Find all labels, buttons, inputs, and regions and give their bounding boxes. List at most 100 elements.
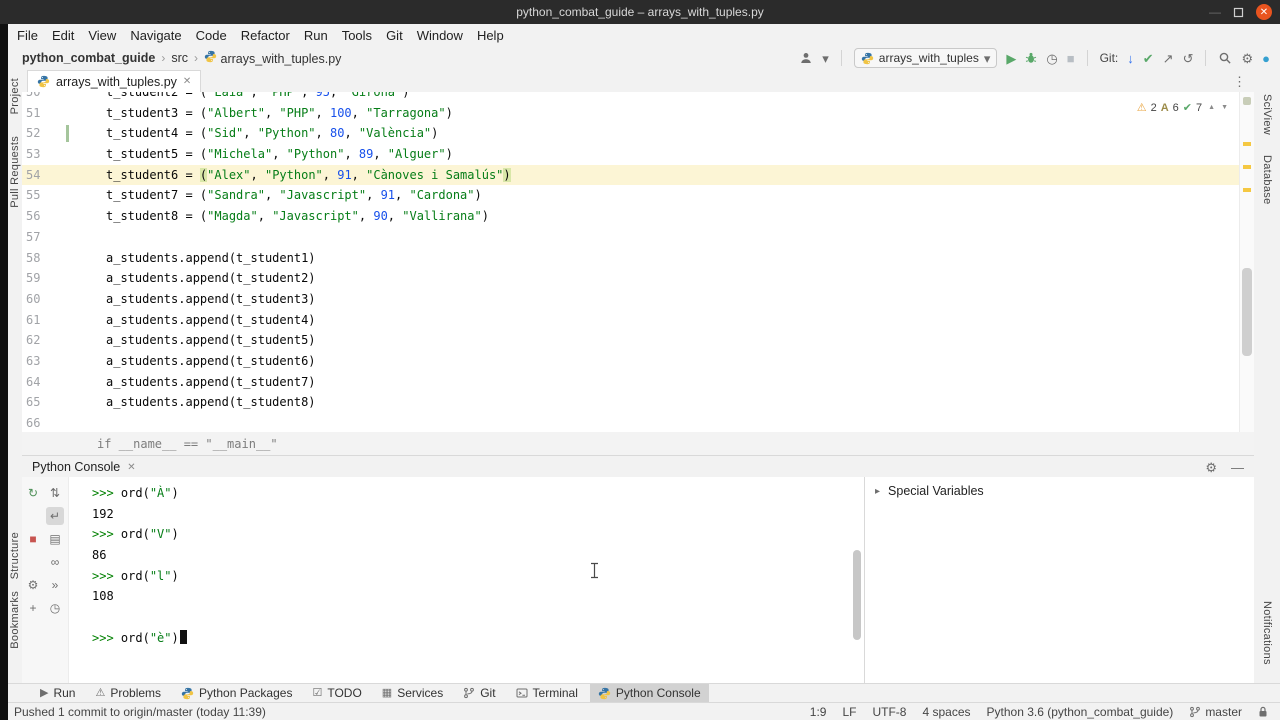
- print-icon[interactable]: ▤: [46, 530, 64, 548]
- console-line[interactable]: 192: [92, 504, 865, 525]
- line-number[interactable]: 60: [22, 289, 106, 310]
- editor-scrollbar-thumb[interactable]: [1242, 268, 1252, 356]
- stripe-sciview[interactable]: SciView: [1261, 94, 1273, 135]
- line-number[interactable]: 62: [22, 330, 106, 351]
- chevron-down-icon[interactable]: ▾: [822, 52, 829, 65]
- next-problem-icon[interactable]: ▼: [1221, 104, 1228, 111]
- menu-edit[interactable]: Edit: [45, 28, 81, 43]
- line-separator[interactable]: LF: [842, 705, 856, 719]
- stop-icon[interactable]: ■: [24, 530, 42, 548]
- stripe-database[interactable]: Database: [1261, 155, 1273, 205]
- git-branch[interactable]: master: [1189, 705, 1242, 719]
- code-line[interactable]: 65 a_students.append(t_student8): [22, 392, 1240, 413]
- line-number[interactable]: 64: [22, 372, 106, 393]
- toolwindow-todo[interactable]: ☑ TODO: [304, 684, 369, 703]
- menu-file[interactable]: File: [10, 28, 45, 43]
- run-configuration-select[interactable]: arrays_with_tuples ▾: [853, 48, 998, 68]
- tab-options-icon[interactable]: ⋮: [1233, 75, 1246, 88]
- line-number[interactable]: 52: [22, 123, 106, 144]
- toolwindow-terminal[interactable]: Terminal: [508, 684, 586, 703]
- git-update-button[interactable]: ↓: [1127, 52, 1134, 65]
- profiler-button[interactable]: ◷: [1046, 52, 1057, 65]
- tab-arrays-with-tuples[interactable]: arrays_with_tuples.py ✕: [27, 70, 202, 92]
- soft-wrap-icon[interactable]: ↵: [46, 506, 64, 525]
- code-line[interactable]: 61 a_students.append(t_student4): [22, 310, 1240, 331]
- expand-icon[interactable]: »: [46, 576, 64, 594]
- stripe-warning-mark[interactable]: [1243, 165, 1251, 169]
- menu-tools[interactable]: Tools: [335, 28, 379, 43]
- line-number[interactable]: 53: [22, 144, 106, 165]
- code-line[interactable]: 55 t_student7 = ("Sandra", "Javascript", …: [22, 185, 1240, 206]
- search-everywhere-button[interactable]: [1218, 51, 1232, 65]
- code-line[interactable]: 56 t_student8 = ("Magda", "Javascript", 9…: [22, 206, 1240, 227]
- code-line[interactable]: 52 t_student4 = ("Sid", "Python", 80, "Va…: [22, 123, 1240, 144]
- console-line[interactable]: >>> ord("è"): [92, 628, 865, 649]
- line-number[interactable]: 61: [22, 310, 106, 331]
- maximize-button[interactable]: [1233, 7, 1244, 18]
- breadcrumb-item[interactable]: src: [171, 51, 188, 65]
- line-number[interactable]: 50: [22, 92, 106, 103]
- code-line[interactable]: 64 a_students.append(t_student7): [22, 372, 1240, 393]
- stripe-warning-mark[interactable]: [1243, 188, 1251, 192]
- stripe-project[interactable]: Project: [9, 78, 21, 114]
- git-history-button[interactable]: ↺: [1183, 52, 1194, 65]
- toolwindow-run[interactable]: ▶ Run: [32, 684, 83, 703]
- line-number[interactable]: 51: [22, 103, 106, 124]
- line-number[interactable]: 55: [22, 185, 106, 206]
- menu-run[interactable]: Run: [297, 28, 335, 43]
- debug-button[interactable]: [1025, 52, 1037, 64]
- stripe-bookmarks[interactable]: Bookmarks: [9, 591, 21, 649]
- toolwindow-services[interactable]: ▦ Services: [374, 684, 451, 703]
- line-number[interactable]: 57: [22, 227, 106, 248]
- menu-window[interactable]: Window: [410, 28, 470, 43]
- code-editor[interactable]: 50 t_student2 = ("Laia", "PHP", 95, "Giro…: [22, 92, 1254, 432]
- add-icon[interactable]: +: [24, 599, 42, 617]
- breadcrumb-item[interactable]: python_combat_guide: [22, 51, 155, 65]
- toolwindow-python-console[interactable]: Python Console: [589, 683, 709, 703]
- console-line[interactable]: 108: [92, 586, 865, 607]
- code-line[interactable]: 58 a_students.append(t_student1): [22, 248, 1240, 269]
- toolwindow-python-packages[interactable]: Python Packages: [173, 684, 300, 703]
- filter-icon[interactable]: ⇅: [46, 484, 64, 502]
- line-number[interactable]: 58: [22, 248, 106, 269]
- code-line[interactable]: 63 a_students.append(t_student6): [22, 351, 1240, 372]
- menu-refactor[interactable]: Refactor: [234, 28, 297, 43]
- breadcrumb-item[interactable]: arrays_with_tuples.py: [204, 50, 341, 66]
- line-number[interactable]: 59: [22, 268, 106, 289]
- console-line[interactable]: >>> ord("À"): [92, 483, 865, 504]
- code-line[interactable]: 54 t_student6 = ("Alex", "Python", 91, "C…: [22, 164, 1240, 186]
- stripe-warning-mark[interactable]: [1243, 142, 1251, 146]
- stripe-structure[interactable]: Structure: [9, 532, 21, 579]
- stripe-notifications[interactable]: Notifications: [1261, 601, 1273, 665]
- inspections-widget[interactable]: ⚠ 2 A 6 ✔ 7 ▲ ▼: [1132, 100, 1232, 115]
- run-button[interactable]: ▶: [1006, 52, 1016, 65]
- stop-button[interactable]: ■: [1067, 52, 1075, 65]
- infinity-icon[interactable]: ∞: [46, 553, 64, 571]
- code-with-me-button[interactable]: ●: [1262, 52, 1270, 65]
- line-number[interactable]: 66: [22, 413, 106, 432]
- minimize-toolwindow-icon[interactable]: —: [1231, 461, 1244, 474]
- menu-navigate[interactable]: Navigate: [123, 28, 188, 43]
- caret-position[interactable]: 1:9: [810, 705, 827, 719]
- interpreter[interactable]: Python 3.6 (python_combat_guide): [987, 705, 1174, 719]
- history-icon[interactable]: ◷: [46, 599, 64, 617]
- indent[interactable]: 4 spaces: [922, 705, 970, 719]
- console-line[interactable]: [92, 607, 865, 628]
- error-stripe[interactable]: [1239, 92, 1254, 432]
- console-line[interactable]: >>> ord("l"): [92, 566, 865, 587]
- toolwindow-git[interactable]: Git: [455, 684, 503, 703]
- toolwindow-problems[interactable]: ⚠ Problems: [87, 684, 169, 703]
- encoding[interactable]: UTF-8: [872, 705, 906, 719]
- menu-git[interactable]: Git: [379, 28, 410, 43]
- console-settings-icon[interactable]: ⚙: [24, 576, 42, 594]
- code-line[interactable]: 57: [22, 227, 1240, 248]
- git-push-button[interactable]: ↗: [1163, 52, 1174, 65]
- code-line[interactable]: 50 t_student2 = ("Laia", "PHP", 95, "Giro…: [22, 92, 1240, 103]
- code-line[interactable]: 51 t_student3 = ("Albert", "PHP", 100, "T…: [22, 103, 1240, 124]
- stripe-pull-requests[interactable]: Pull Requests: [9, 136, 21, 208]
- user-icon[interactable]: [799, 51, 813, 65]
- git-commit-button[interactable]: ✔: [1143, 52, 1154, 65]
- rerun-icon[interactable]: ↻: [24, 484, 42, 502]
- line-number[interactable]: 56: [22, 206, 106, 227]
- lock-icon[interactable]: [1258, 706, 1268, 718]
